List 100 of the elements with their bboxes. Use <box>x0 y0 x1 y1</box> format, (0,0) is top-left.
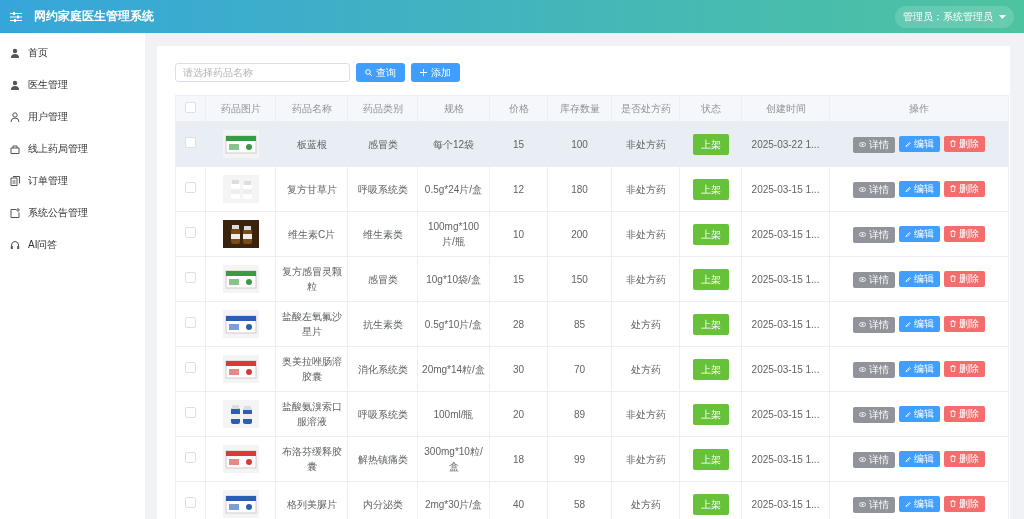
table-cell: 300mg*10粒/盒 <box>417 436 490 482</box>
status-tag: 上架 <box>692 403 729 425</box>
edit-button[interactable]: 编辑 <box>899 451 940 467</box>
delete-button[interactable]: 删除 <box>944 225 985 242</box>
table-cell: 150 <box>547 256 612 302</box>
edit-button[interactable]: 编辑 <box>899 226 940 242</box>
column-header: 药品名称 <box>275 95 348 122</box>
detail-button[interactable]: 详情 <box>853 316 895 333</box>
detail-button[interactable]: 详情 <box>853 136 895 153</box>
edit-button[interactable]: 编辑 <box>899 406 940 422</box>
sidebar-item[interactable]: 线上药局管理 <box>28 142 88 156</box>
table-cell: 解热镇痛类 <box>347 436 418 482</box>
table-cell: 100ml/瓶 <box>417 391 490 437</box>
add-button[interactable]: 添加 <box>411 63 460 82</box>
delete-button[interactable]: 删除 <box>944 315 985 332</box>
checkbox[interactable] <box>185 496 196 508</box>
checkbox[interactable] <box>185 181 196 193</box>
edit-button[interactable]: 编辑 <box>899 136 940 152</box>
table-cell: 处方药 <box>611 301 680 347</box>
sidebar-item[interactable]: 首页 <box>28 46 48 60</box>
detail-button[interactable]: 详情 <box>853 451 895 468</box>
table-cell: 20 <box>489 391 548 437</box>
table-cell: 0.5g*24片/盒 <box>417 166 490 212</box>
column-header: 价格 <box>489 95 548 122</box>
caret-icon <box>999 14 1006 19</box>
menu-icon[interactable] <box>10 11 22 22</box>
person-icon <box>10 80 20 90</box>
detail-button[interactable]: 详情 <box>853 226 895 243</box>
pencil-icon <box>905 186 911 192</box>
column-header: 创建时间 <box>741 95 830 122</box>
detail-button[interactable]: 详情 <box>853 181 895 198</box>
edit-button[interactable]: 编辑 <box>899 181 940 197</box>
table-cell: 15 <box>489 256 548 302</box>
pencil-icon <box>905 456 911 462</box>
sidebar-item[interactable]: 系统公告管理 <box>28 206 88 220</box>
table-cell: 200 <box>547 211 612 257</box>
checkbox[interactable] <box>185 316 196 328</box>
note-icon <box>10 208 20 218</box>
delete-button[interactable]: 删除 <box>944 405 985 422</box>
pencil-icon <box>905 411 911 417</box>
sidebar-item[interactable]: 用户管理 <box>28 110 68 124</box>
column-header: 操作 <box>829 95 1009 122</box>
table-cell: 非处方药 <box>611 166 680 212</box>
detail-button[interactable]: 详情 <box>853 271 895 288</box>
edit-button[interactable]: 编辑 <box>899 496 940 512</box>
table-cell: 板蓝根 <box>275 121 348 167</box>
table-cell: 抗生素类 <box>347 301 418 347</box>
delete-button[interactable]: 删除 <box>944 360 985 377</box>
trash-icon <box>950 365 956 372</box>
user-menu-button[interactable]: 管理员：系统管理员 <box>895 5 1014 28</box>
table-cell: 30 <box>489 346 548 392</box>
table-cell: 2025-03-15 1... <box>741 481 830 519</box>
eye-icon <box>859 277 866 282</box>
table-cell: 180 <box>547 166 612 212</box>
edit-button[interactable]: 编辑 <box>899 361 940 377</box>
search-button[interactable]: 查询 <box>356 63 405 82</box>
delete-button[interactable]: 删除 <box>944 450 985 467</box>
table-cell: 感冒类 <box>347 256 418 302</box>
sidebar-item[interactable]: 订单管理 <box>28 174 68 188</box>
edit-button[interactable]: 编辑 <box>899 271 940 287</box>
delete-button[interactable]: 删除 <box>944 270 985 287</box>
checkbox[interactable] <box>185 406 196 418</box>
status-tag: 上架 <box>692 448 729 470</box>
headset-icon <box>10 240 20 250</box>
delete-button[interactable]: 删除 <box>944 135 985 152</box>
checkbox[interactable] <box>185 136 196 148</box>
table-cell: 格列美脲片 <box>275 481 348 519</box>
status-tag: 上架 <box>692 223 729 245</box>
checkbox[interactable] <box>185 102 196 113</box>
table-cell: 100mg*100片/瓶 <box>417 211 490 257</box>
table-cell: 15 <box>489 121 548 167</box>
table-cell: 盐酸氨溴索口服溶液 <box>275 391 348 437</box>
table-cell: 100 <box>547 121 612 167</box>
delete-button[interactable]: 删除 <box>944 495 985 512</box>
table-cell: 2025-03-15 1... <box>741 211 830 257</box>
table-cell: 2025-03-22 1... <box>741 121 830 167</box>
detail-button[interactable]: 详情 <box>853 361 895 378</box>
detail-button[interactable]: 详情 <box>853 406 895 423</box>
eye-icon <box>859 142 866 147</box>
checkbox[interactable] <box>185 361 196 373</box>
search-field[interactable]: 请选择药品名称 <box>175 63 350 82</box>
eye-icon <box>859 502 866 507</box>
checkbox[interactable] <box>185 226 196 238</box>
column-header: 状态 <box>679 95 742 122</box>
pencil-icon <box>905 366 911 372</box>
checkbox[interactable] <box>185 271 196 283</box>
bag-icon <box>10 144 20 154</box>
checkbox[interactable] <box>185 451 196 463</box>
pencil-icon <box>905 141 911 147</box>
status-tag: 上架 <box>692 268 729 290</box>
edit-button[interactable]: 编辑 <box>899 316 940 332</box>
search-icon <box>365 69 372 76</box>
table-cell: 2025-03-15 1... <box>741 436 830 482</box>
sidebar-item[interactable]: AI问答 <box>28 238 58 252</box>
delete-button[interactable]: 删除 <box>944 180 985 197</box>
table-cell: 2mg*30片/盒 <box>417 481 490 519</box>
document-icon <box>10 176 20 186</box>
eye-icon <box>859 457 866 462</box>
detail-button[interactable]: 详情 <box>853 496 895 513</box>
sidebar-item[interactable]: 医生管理 <box>28 78 68 92</box>
